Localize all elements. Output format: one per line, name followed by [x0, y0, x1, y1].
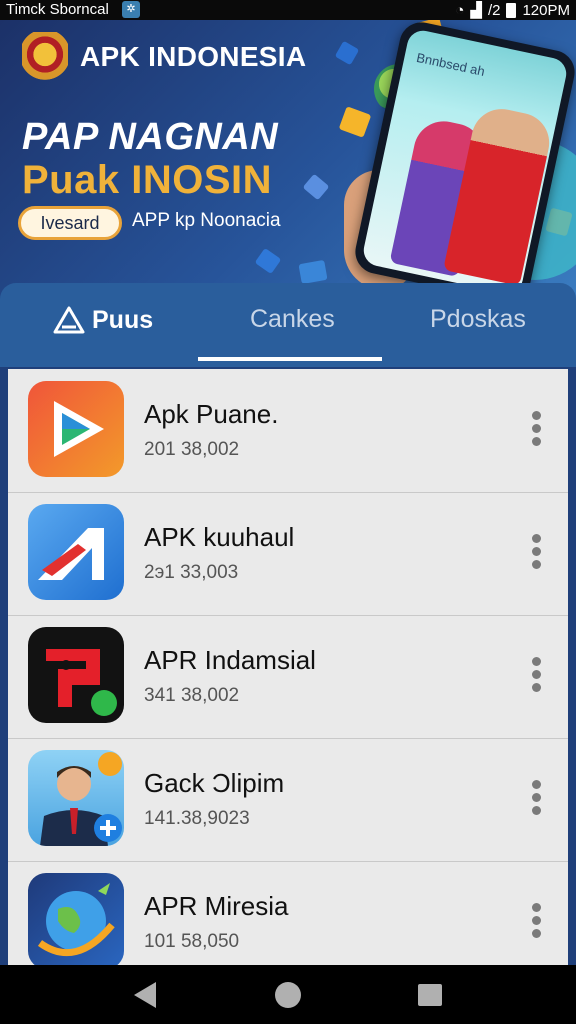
app-meta: 341 38,002	[144, 685, 240, 706]
more-options-icon[interactable]	[532, 411, 542, 450]
status-bar-app-name: Timck Sborncal	[6, 1, 109, 18]
tab-label: Pdoskas	[430, 305, 526, 333]
battery-icon	[506, 2, 517, 18]
mountain-icon	[53, 306, 85, 334]
red-pp-icon	[28, 627, 124, 723]
notification-app-icon: ✲	[122, 1, 140, 18]
app-meta: 141.38,9023	[144, 808, 250, 829]
globe-icon	[28, 873, 124, 965]
clock: 120PM	[522, 1, 570, 19]
decor-cube	[254, 247, 282, 275]
phone-screen-title: Bnnbsed ah	[415, 49, 487, 79]
tab-indicator	[198, 357, 382, 361]
more-options-icon[interactable]	[532, 780, 542, 819]
app-name: Gack Ͻlipim	[144, 768, 285, 798]
hero-title-line2: Puak INOSIN	[22, 158, 273, 202]
back-icon[interactable]	[134, 982, 156, 1008]
decor-cube	[338, 106, 372, 138]
brand-name: APK INDONESIA	[80, 41, 307, 72]
tab-cankes[interactable]: Cankes	[250, 305, 335, 334]
app-meta: 101 58,050	[144, 931, 240, 952]
more-options-icon[interactable]	[532, 534, 542, 573]
app-name: APR Indamsial	[144, 645, 316, 675]
list-item[interactable]: APR Miresia 101 58,050	[8, 861, 568, 965]
man-avatar-icon	[28, 750, 124, 846]
app-name: Apk Puane.	[144, 399, 279, 429]
decor-cube	[302, 173, 330, 201]
play-store-icon	[28, 381, 124, 477]
app-meta: 2э1 33,003	[144, 562, 239, 583]
recents-icon[interactable]	[418, 984, 442, 1006]
hero-subtitle: APP kp Noonacia	[132, 210, 281, 231]
tab-label: Cankes	[250, 305, 335, 333]
more-options-icon[interactable]	[532, 657, 542, 696]
list-item[interactable]: APK kuuhaul 2э1 33,003	[8, 492, 568, 616]
signal-text: /2	[487, 1, 501, 19]
status-bar: Timck Sborncal ✲ ◔ ▟ /2 120PM	[0, 0, 576, 20]
status-icons: ◔ ▟ /2 120PM	[455, 1, 570, 20]
wifi-icon: ◔	[455, 1, 465, 19]
list-item[interactable]: Apk Puane. 201 38,002	[8, 369, 568, 493]
app-list: Apk Puane. 201 38,002 APK kuuhaul 2э1 33…	[8, 369, 568, 965]
decor-cube	[334, 40, 360, 66]
garuda-emblem-icon	[22, 32, 68, 82]
system-nav-bar	[0, 965, 576, 1024]
app-name: APR Miresia	[144, 891, 289, 921]
list-item[interactable]: APR Indamsial 341 38,002	[8, 615, 568, 739]
app-name: APK kuuhaul	[144, 522, 295, 552]
tab-puus[interactable]: Puus	[52, 305, 153, 335]
decor-cube	[298, 259, 328, 285]
blue-a-logo-icon	[28, 504, 124, 600]
hero-banner: Bnnbsed ah APK INDONESIA PAP NAGNAN Puak…	[0, 20, 576, 300]
home-icon[interactable]	[275, 982, 301, 1008]
hero-cta-button[interactable]: Ivesard	[18, 206, 122, 240]
app-meta: 201 38,002	[144, 439, 240, 460]
tab-pdoskas[interactable]: Pdoskas	[430, 305, 526, 334]
tab-label: Puus	[92, 305, 154, 334]
list-item[interactable]: Gack Ͻlipim 141.38,9023	[8, 738, 568, 862]
more-options-icon[interactable]	[532, 903, 542, 942]
tab-bar: Puus Cankes Pdoskas	[0, 283, 576, 367]
signal-icon: ▟	[470, 2, 482, 19]
brand-row: APK INDONESIA	[22, 32, 306, 82]
hero-title-line1: PAP NAGNAN	[22, 116, 279, 158]
